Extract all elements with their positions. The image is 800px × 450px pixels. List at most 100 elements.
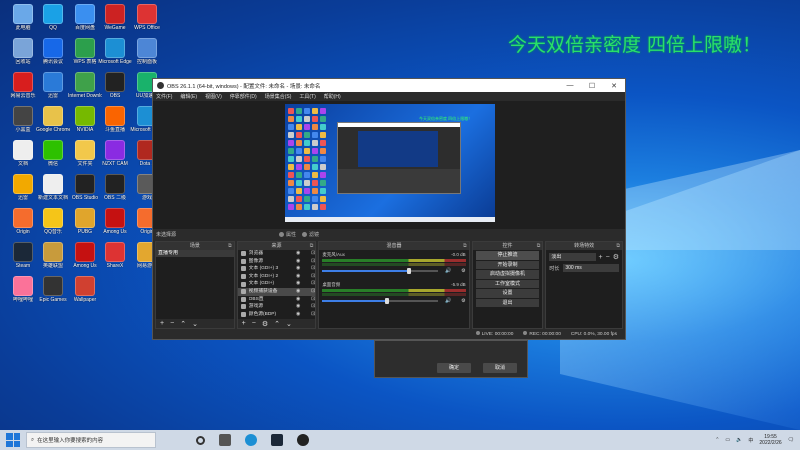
desktop-icon[interactable]: 微信 bbox=[36, 140, 70, 167]
menu-view[interactable]: 视图(V) bbox=[205, 93, 222, 100]
dock-float-icon[interactable]: ⧉ bbox=[463, 242, 467, 250]
desktop-icon[interactable]: 新建文本文档 bbox=[36, 174, 70, 201]
stop-streaming-button[interactable]: 停止推流 bbox=[475, 251, 540, 260]
desktop-icon[interactable]: NVIDIA bbox=[68, 106, 102, 133]
desktop-icon[interactable]: ShareX bbox=[98, 242, 132, 269]
visibility-icon[interactable]: ◉ bbox=[288, 280, 300, 288]
desktop-icon[interactable]: WPS Office bbox=[130, 4, 164, 31]
source-item[interactable]: 文本 (GDI+) 2 ◉ ⊡ bbox=[238, 273, 315, 281]
minimize-icon[interactable]: — bbox=[559, 82, 581, 89]
virtual-camera-button[interactable]: 启动虚拟摄像机 bbox=[475, 270, 540, 279]
visibility-icon[interactable]: ◉ bbox=[288, 250, 300, 258]
lock-icon[interactable]: ⊡ bbox=[303, 273, 315, 281]
scene-item[interactable]: 直播专用 bbox=[156, 250, 234, 257]
steam-icon[interactable] bbox=[271, 434, 283, 446]
exit-button[interactable]: 退出 bbox=[475, 298, 540, 307]
obs-window[interactable]: OBS 26.1.1 (64-bit, windows) - 配置文件: 未命名… bbox=[152, 78, 626, 340]
edge-icon[interactable] bbox=[245, 434, 257, 446]
volume-icon[interactable]: 🔈 bbox=[736, 437, 742, 443]
visibility-icon[interactable]: ◉ bbox=[288, 288, 300, 296]
studio-mode-button[interactable]: 工作室模式 bbox=[475, 279, 540, 288]
start-recording-button[interactable]: 开始录制 bbox=[475, 260, 540, 269]
desktop-icon[interactable]: 迅雷 bbox=[6, 174, 40, 201]
clock[interactable]: 19:55 2022/2/26 bbox=[759, 434, 781, 446]
chevron-up-icon[interactable]: ⌃ bbox=[715, 437, 719, 443]
settings-button[interactable]: 设置 bbox=[475, 289, 540, 298]
desktop-icon[interactable]: Among Us bbox=[68, 242, 102, 269]
desktop-icon[interactable]: Google Chrome bbox=[36, 106, 70, 133]
speaker-icon[interactable]: 🔊 bbox=[438, 298, 451, 304]
visibility-icon[interactable]: ◉ bbox=[288, 265, 300, 273]
desktop-icon[interactable]: 哔哩哔哩 bbox=[6, 276, 40, 303]
lock-icon[interactable]: ⊡ bbox=[303, 265, 315, 273]
windows-start-icon[interactable] bbox=[6, 433, 20, 447]
lock-icon[interactable]: ⊡ bbox=[303, 250, 315, 258]
network-icon[interactable]: ▭ bbox=[725, 437, 730, 443]
desktop-icon[interactable]: 斗鱼直播 bbox=[98, 106, 132, 133]
source-item[interactable]: 文本 (GDI+) ◉ ⊡ bbox=[238, 280, 315, 288]
gear-icon[interactable]: ⚙ bbox=[613, 253, 619, 261]
move-up-icon[interactable]: ⌃ bbox=[180, 320, 186, 328]
desktop-icon[interactable]: Wallpaper bbox=[68, 276, 102, 303]
visibility-icon[interactable]: ◉ bbox=[288, 273, 300, 281]
desktop-icon[interactable]: 网易云音乐 bbox=[6, 72, 40, 99]
move-down-icon[interactable]: ⌄ bbox=[286, 320, 292, 328]
desktop-icon[interactable]: 英雄联盟 bbox=[36, 242, 70, 269]
gear-icon[interactable]: ⚙ bbox=[452, 298, 465, 304]
add-icon[interactable]: + bbox=[160, 320, 164, 327]
desktop-icon[interactable]: 小黑盒 bbox=[6, 106, 40, 133]
source-item[interactable]: 视频捕获设备 ◉ ⊡ bbox=[237, 287, 316, 296]
preview-canvas[interactable]: 今天双倍亲密度 四倍上限嗷！ bbox=[285, 104, 495, 222]
lock-icon[interactable]: ⊡ bbox=[303, 288, 315, 296]
desktop-icon[interactable]: 百度网盘 bbox=[68, 4, 102, 31]
dock-float-icon[interactable]: ⧉ bbox=[228, 242, 232, 250]
visibility-icon[interactable]: ◉ bbox=[288, 311, 300, 319]
move-up-icon[interactable]: ⌃ bbox=[274, 320, 280, 328]
desktop-icon[interactable]: WeGame bbox=[98, 4, 132, 31]
source-item[interactable]: 游戏源 ◉ ⊡ bbox=[238, 303, 315, 311]
cortana-icon[interactable] bbox=[196, 435, 205, 445]
cancel-button[interactable]: 取消 bbox=[483, 363, 517, 373]
desktop-icon[interactable]: Origin bbox=[6, 208, 40, 235]
task-view-icon[interactable] bbox=[219, 434, 231, 446]
move-down-icon[interactable]: ⌄ bbox=[192, 320, 198, 328]
desktop-icon[interactable]: OBS Studio bbox=[68, 174, 102, 201]
desktop-icon[interactable]: WPS 表格 bbox=[68, 38, 102, 65]
dock-float-icon[interactable]: ⧉ bbox=[537, 242, 541, 250]
gear-icon[interactable]: ⚙ bbox=[452, 268, 465, 274]
taskbar-search[interactable]: ⌕ 在这里输入你要搜索的内容 bbox=[26, 432, 156, 448]
filters-button[interactable]: 滤镜 bbox=[302, 231, 319, 238]
add-icon[interactable]: + bbox=[599, 254, 603, 261]
visibility-icon[interactable]: ◉ bbox=[288, 303, 300, 311]
obs-preview-area[interactable]: 今天双倍亲密度 四倍上限嗷！ bbox=[153, 101, 625, 229]
desktop-icon[interactable]: PUBG bbox=[68, 208, 102, 235]
source-item[interactable]: OBS直 ◉ ⊡ bbox=[238, 296, 315, 304]
desktop-icon[interactable]: OBS bbox=[98, 72, 132, 99]
desktop-icon[interactable]: Epic Games bbox=[36, 276, 70, 303]
properties-button[interactable]: 属性 bbox=[279, 231, 296, 238]
remove-icon[interactable]: − bbox=[170, 320, 174, 327]
lock-icon[interactable]: ⊡ bbox=[303, 296, 315, 304]
desktop-icon[interactable]: 控制面板 bbox=[130, 38, 164, 65]
ime-icon[interactable]: 中 bbox=[748, 437, 753, 444]
volume-slider[interactable]: 🔊 ⚙ bbox=[322, 268, 466, 274]
remove-icon[interactable]: − bbox=[606, 254, 610, 261]
menu-docks[interactable]: 停靠部件(D) bbox=[230, 93, 257, 100]
menu-edit[interactable]: 编辑(E) bbox=[180, 93, 197, 100]
lock-icon[interactable]: ⊡ bbox=[303, 280, 315, 288]
desktop-icon[interactable]: Internet Download bbox=[68, 72, 102, 99]
gear-icon[interactable]: ⚙ bbox=[262, 320, 268, 328]
source-item[interactable]: 文本 (GDI+) 3 ◉ ⊡ bbox=[238, 265, 315, 273]
obs-title-bar[interactable]: OBS 26.1.1 (64-bit, windows) - 配置文件: 未命名… bbox=[153, 79, 625, 92]
menu-help[interactable]: 帮助(H) bbox=[324, 93, 341, 100]
desktop-icon[interactable]: 腾讯会议 bbox=[36, 38, 70, 65]
lock-icon[interactable]: ⊡ bbox=[303, 303, 315, 311]
ok-button[interactable]: 确定 bbox=[437, 363, 471, 373]
remove-icon[interactable]: − bbox=[252, 320, 256, 327]
obs-taskbar-icon[interactable] bbox=[297, 434, 309, 446]
speaker-icon[interactable]: 🔊 bbox=[438, 268, 451, 274]
transition-select[interactable]: 淡出 bbox=[549, 253, 596, 261]
maximize-icon[interactable]: ☐ bbox=[581, 82, 603, 90]
visibility-icon[interactable]: ◉ bbox=[288, 296, 300, 304]
duration-input[interactable]: 300 ms bbox=[563, 264, 619, 272]
